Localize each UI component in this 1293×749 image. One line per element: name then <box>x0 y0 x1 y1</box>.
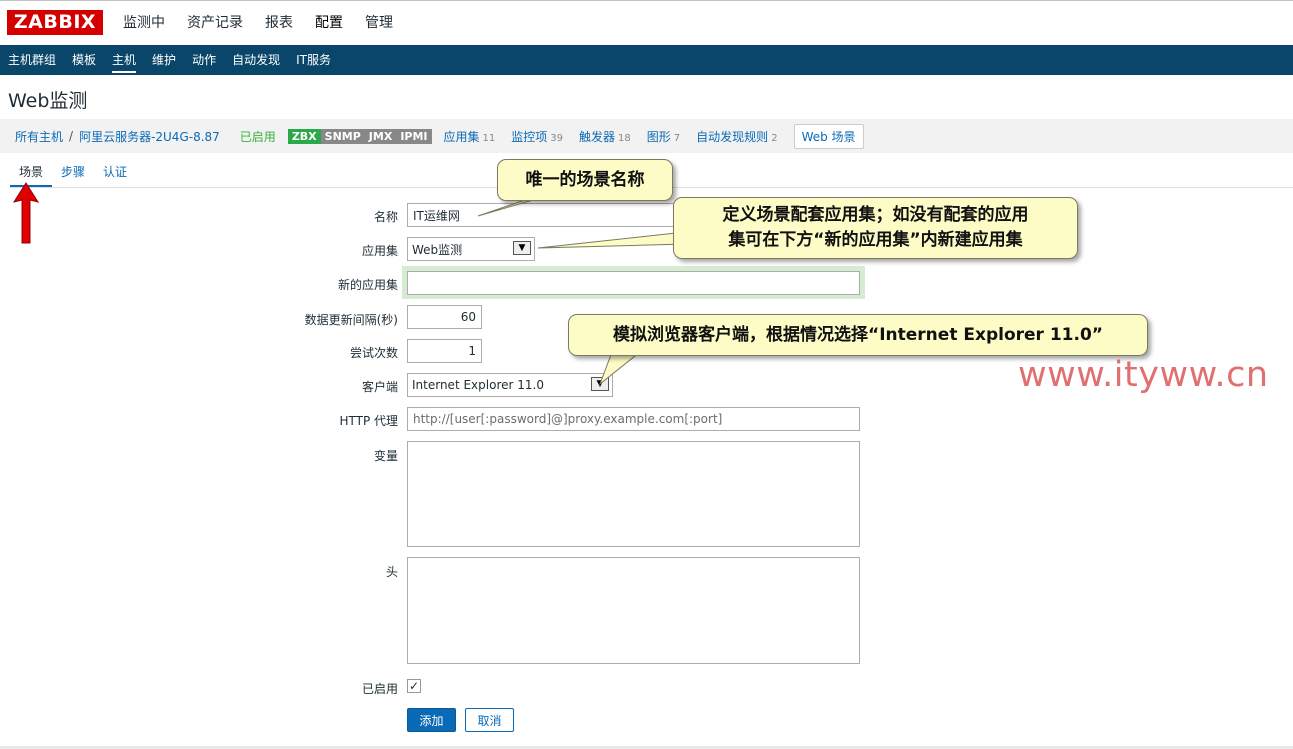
tab-authentication[interactable]: 认证 <box>94 157 136 187</box>
new-application-field[interactable] <box>407 271 860 295</box>
callout-scenario-name: 唯一的场景名称 <box>497 159 673 201</box>
nav-discovery-rules-count: 2 <box>771 132 778 144</box>
main-nav-reports[interactable]: 报表 <box>254 1 304 46</box>
nav-graphs[interactable]: 图形 7 <box>647 128 680 145</box>
http-proxy-label: HTTP 代理 <box>339 414 398 428</box>
agent-select[interactable]: Internet Explorer 11.0 ▼ <box>407 373 613 397</box>
variables-label: 变量 <box>373 449 398 463</box>
nav-triggers-count: 18 <box>618 132 631 144</box>
nav-items-label: 监控项 <box>511 129 548 144</box>
nav-triggers-label: 触发器 <box>579 129 616 144</box>
main-nav-monitoring[interactable]: 监测中 <box>112 1 176 46</box>
http-proxy-field[interactable]: http://[user[:password]@]proxy.example.c… <box>407 407 860 431</box>
sub-nav-templates[interactable]: 模板 <box>64 45 104 75</box>
zabbix-logo[interactable]: ZABBIX <box>7 10 103 35</box>
top-bar: ZABBIX 监测中 资产记录 报表 配置 管理 <box>0 0 1293 45</box>
variables-textarea[interactable] <box>407 441 860 547</box>
callout-application-line2: 集可在下方“新的应用集”内新建应用集 <box>728 230 1023 250</box>
breadcrumb-separator: / <box>69 129 74 143</box>
attempts-label: 尝试次数 <box>349 346 398 360</box>
tag-jmx: JMX <box>364 128 397 144</box>
enabled-label: 已启用 <box>361 682 398 696</box>
agent-select-value: Internet Explorer 11.0 <box>412 378 544 392</box>
update-interval-label: 数据更新间隔(秒) <box>304 313 398 327</box>
sub-nav-hosts[interactable]: 主机 <box>104 45 144 75</box>
nav-discovery-rules[interactable]: 自动发现规则 2 <box>696 128 777 145</box>
nav-web-scenarios[interactable]: Web 场景 <box>793 123 864 149</box>
headers-textarea[interactable] <box>407 557 860 664</box>
watermark: www.ityww.cn <box>1018 355 1269 395</box>
sub-nav-maintenance[interactable]: 维护 <box>144 45 184 75</box>
nav-graphs-label: 图形 <box>646 129 671 144</box>
name-label: 名称 <box>373 210 398 224</box>
breadcrumb-all-hosts[interactable]: 所有主机 <box>15 128 63 145</box>
chevron-down-icon: ▼ <box>591 377 609 391</box>
nav-discovery-rules-label: 自动发现规则 <box>696 129 769 144</box>
chevron-down-icon: ▼ <box>513 241 531 255</box>
sub-nav-host-groups[interactable]: 主机群组 <box>0 45 64 75</box>
tab-steps[interactable]: 步骤 <box>52 157 94 187</box>
callout-client: 模拟浏览器客户端，根据情况选择“Internet Explorer 11.0” <box>568 314 1148 356</box>
main-nav-administration[interactable]: 管理 <box>354 1 404 46</box>
application-label: 应用集 <box>361 244 398 258</box>
new-application-label: 新的应用集 <box>337 278 398 292</box>
callout-application-line1: 定义场景配套应用集；如没有配套的应用 <box>722 205 1029 225</box>
page-title: Web监测 <box>8 90 88 112</box>
attempts-field[interactable]: 1 <box>407 339 482 363</box>
sub-nav-discovery[interactable]: 自动发现 <box>224 45 288 75</box>
tag-snmp: SNMP <box>320 128 365 144</box>
headers-label: 头 <box>385 565 398 579</box>
nav-applications[interactable]: 应用集 11 <box>444 128 496 145</box>
host-status-badge[interactable]: 已启用 <box>240 128 276 145</box>
agent-label: 客户端 <box>361 380 398 394</box>
add-button[interactable]: 添加 <box>407 708 456 732</box>
sub-nav-it-services[interactable]: IT服务 <box>288 45 339 75</box>
breadcrumb: 所有主机 / 阿里云服务器-2U4G-8.87 已启用 ZBX SNMP JMX… <box>0 119 1293 153</box>
nav-graphs-count: 7 <box>673 132 681 144</box>
nav-applications-label: 应用集 <box>443 129 480 144</box>
main-nav-configuration[interactable]: 配置 <box>304 1 354 46</box>
nav-applications-count: 11 <box>482 132 496 144</box>
callout-application: 定义场景配套应用集；如没有配套的应用 集可在下方“新的应用集”内新建应用集 <box>673 197 1078 259</box>
breadcrumb-host[interactable]: 阿里云服务器-2U4G-8.87 <box>79 128 220 145</box>
application-select-value: Web监测 <box>412 242 463 257</box>
availability-tags: ZBX SNMP JMX IPMI <box>287 128 432 144</box>
tab-scenario[interactable]: 场景 <box>10 157 53 188</box>
sub-nav-actions[interactable]: 动作 <box>184 45 224 75</box>
tag-ipmi: IPMI <box>396 128 432 144</box>
nav-items[interactable]: 监控项 39 <box>511 128 563 145</box>
nav-triggers[interactable]: 触发器 18 <box>579 128 631 145</box>
main-nav: 监测中 资产记录 报表 配置 管理 <box>112 1 404 46</box>
tag-zbx: ZBX <box>287 128 321 144</box>
application-select[interactable]: Web监测 ▼ <box>407 237 535 261</box>
form-tabs: 场景 步骤 认证 <box>10 157 136 188</box>
enabled-checkbox[interactable]: ✓ <box>407 679 421 693</box>
cancel-button[interactable]: 取消 <box>465 708 514 732</box>
callout-app-pointer <box>537 231 686 249</box>
main-nav-inventory[interactable]: 资产记录 <box>176 1 254 46</box>
sub-nav: 主机群组 模板 主机 维护 动作 自动发现 IT服务 <box>0 45 1293 75</box>
update-interval-field[interactable]: 60 <box>407 305 482 329</box>
nav-items-count: 39 <box>550 132 564 144</box>
